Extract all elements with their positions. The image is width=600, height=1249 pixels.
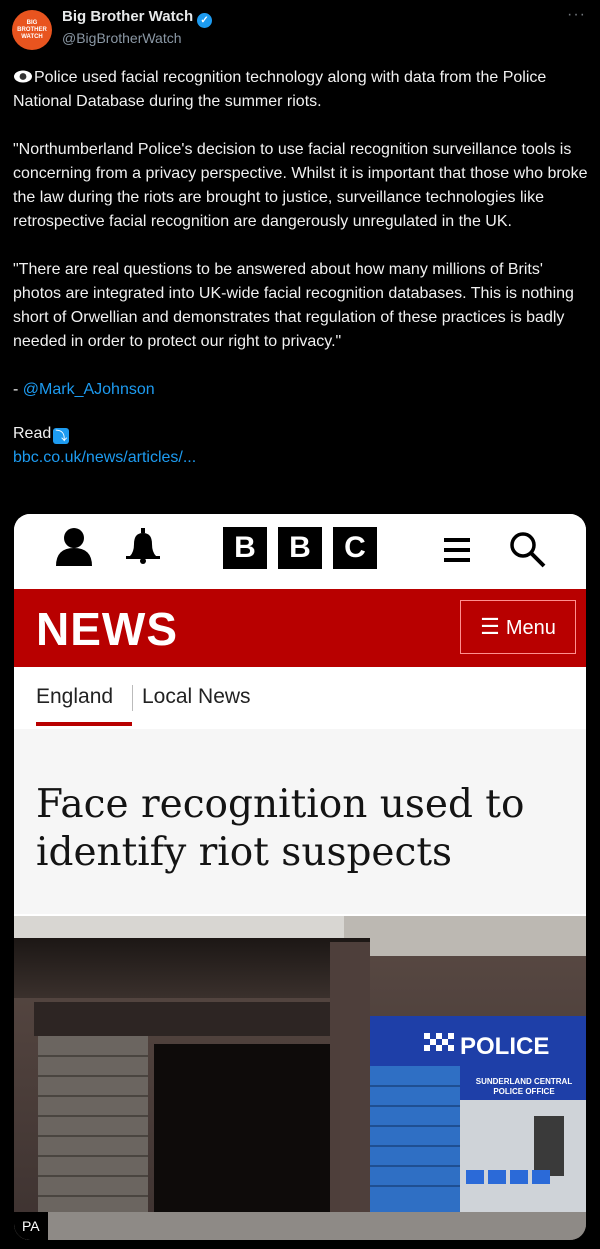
tweet-intro: Police used facial recognition technolog…	[13, 69, 547, 110]
link-card[interactable]: B B C NEWS ☰ Menu England Local News Face…	[14, 514, 586, 1240]
tweet-attribution: - @Mark_AJohnson	[13, 378, 588, 402]
account-handle[interactable]: @BigBrotherWatch	[62, 30, 182, 46]
article-photo[interactable]: POLICE SUNDERLAND CENTRAL POLICE OFFICE …	[14, 916, 586, 1240]
account-name[interactable]: Big Brother Watch ✓	[62, 8, 213, 28]
police-office-line-2: POLICE OFFICE	[493, 1087, 555, 1096]
bbc-logo-b1[interactable]: B	[223, 527, 267, 569]
subnav-england[interactable]: England	[36, 685, 113, 709]
article-headline[interactable]: Face recognition used to identify riot s…	[36, 781, 576, 877]
police-sign-text: POLICE	[460, 1033, 549, 1060]
police-office-line-1: SUNDERLAND CENTRAL	[476, 1077, 573, 1086]
menu-lines-icon: ☰	[480, 614, 500, 639]
avatar-text-1: BIG	[26, 19, 38, 26]
account-name-text: Big Brother Watch	[62, 8, 194, 25]
read-line: Read ⤵	[13, 422, 588, 446]
avatar-text-2: BROTHER	[17, 26, 47, 33]
subnav-local-news[interactable]: Local News	[142, 685, 251, 709]
headline-area: Face recognition used to identify riot s…	[14, 729, 586, 914]
arrow-down-icon: ⤵	[53, 428, 70, 444]
news-bar: NEWS ☰ Menu	[14, 589, 586, 667]
photo-credit: PA	[14, 1212, 48, 1240]
avatar[interactable]: BIG BROTHER WATCH	[12, 10, 52, 50]
eye-icon	[14, 70, 32, 83]
bbc-logo-b2[interactable]: B	[278, 527, 322, 569]
menu-button[interactable]: ☰ Menu	[460, 600, 576, 654]
read-label: Read	[13, 425, 52, 442]
news-title[interactable]: NEWS	[36, 602, 178, 656]
subnav-active-underline	[36, 722, 132, 726]
mention-link[interactable]: @Mark_AJohnson	[23, 381, 155, 398]
avatar-text-3: WATCH	[21, 33, 43, 40]
burnt-building-image: POLICE SUNDERLAND CENTRAL POLICE OFFICE	[14, 916, 586, 1240]
tweet-quote-1: "Northumberland Police's decision to use…	[13, 141, 588, 230]
tweet-quote-2: "There are real questions to be answered…	[13, 261, 574, 350]
verified-badge-icon: ✓	[197, 13, 213, 28]
search-icon[interactable]	[508, 530, 548, 570]
menu-label: Menu	[505, 617, 556, 639]
bbc-header: B B C	[14, 514, 586, 590]
account-icon[interactable]	[54, 526, 94, 566]
subnav: England Local News	[14, 667, 586, 729]
bbc-logo-c[interactable]: C	[333, 527, 377, 569]
subnav-divider	[132, 685, 133, 711]
hamburger-menu-icon[interactable]	[444, 536, 470, 564]
more-options-icon[interactable]: ···	[567, 6, 586, 24]
attribution-prefix: -	[13, 381, 23, 398]
notifications-bell-icon[interactable]	[126, 528, 160, 564]
tweet-body: Police used facial recognition technolog…	[13, 66, 588, 470]
article-url[interactable]: bbc.co.uk/news/articles/...	[13, 446, 588, 470]
